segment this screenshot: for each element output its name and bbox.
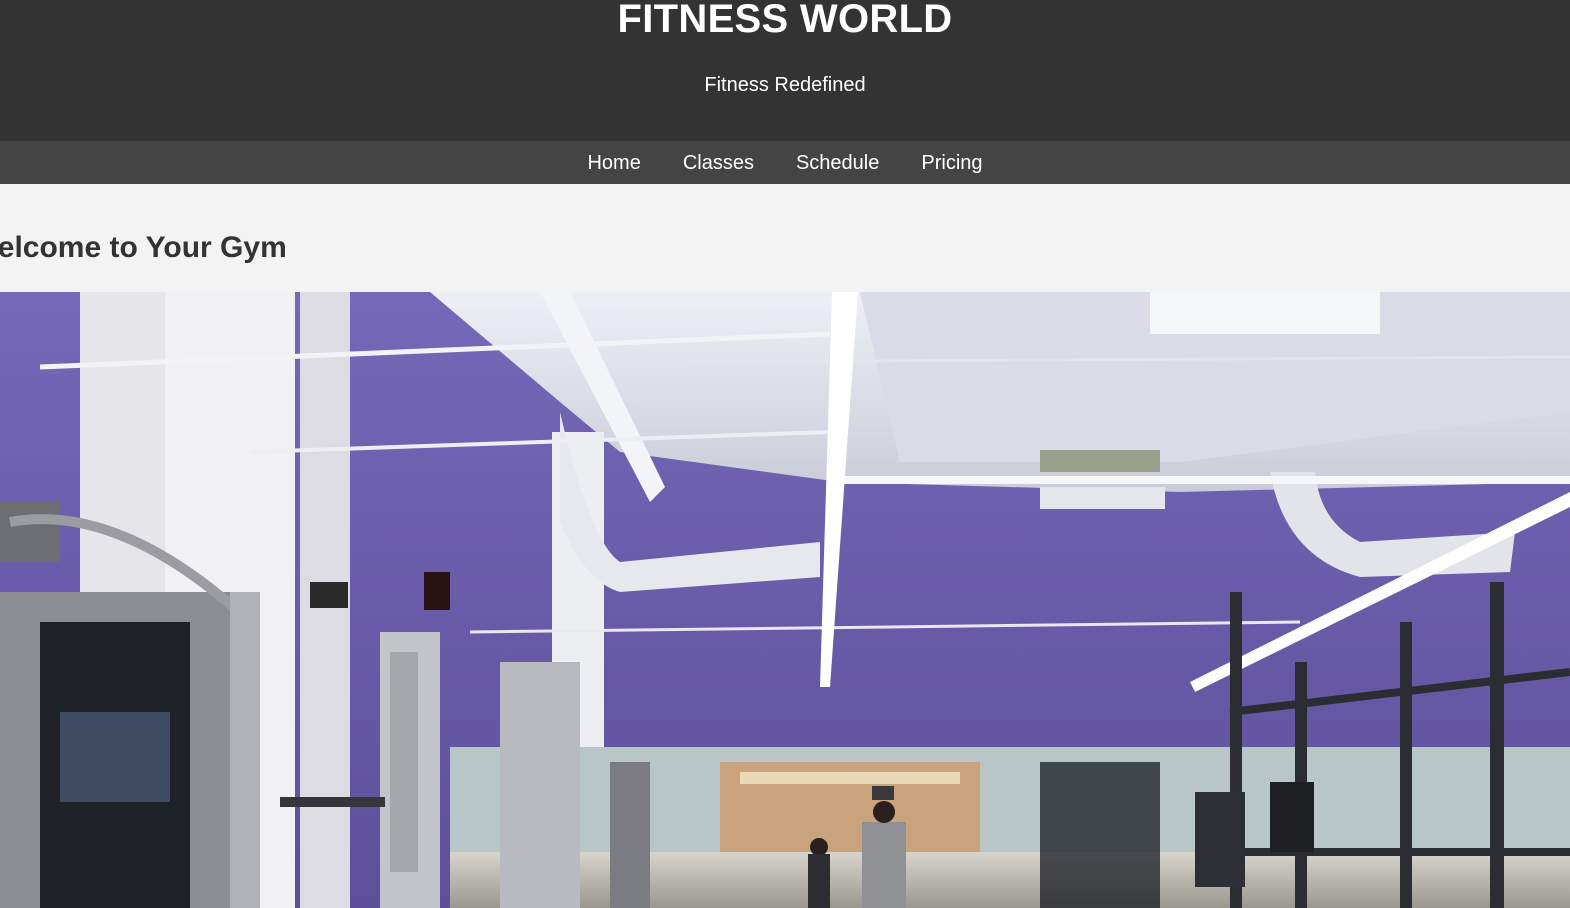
site-tagline: Fitness Redefined bbox=[704, 74, 866, 96]
gym-hero-image bbox=[0, 292, 1570, 908]
nav-item-pricing[interactable]: Pricing bbox=[921, 151, 982, 175]
site-title: FITNESS WORLD bbox=[617, 0, 953, 41]
gym-photo bbox=[0, 292, 1570, 908]
nav-item-home[interactable]: Home bbox=[587, 151, 640, 175]
site-header: FITNESS WORLD Fitness Redefined bbox=[0, 0, 1570, 141]
section-heading: Welcome to Your Gym bbox=[0, 231, 287, 264]
main-nav: Home Classes Schedule Pricing bbox=[0, 141, 1570, 184]
nav-item-schedule[interactable]: Schedule bbox=[796, 151, 879, 175]
nav-item-classes[interactable]: Classes bbox=[683, 151, 754, 175]
